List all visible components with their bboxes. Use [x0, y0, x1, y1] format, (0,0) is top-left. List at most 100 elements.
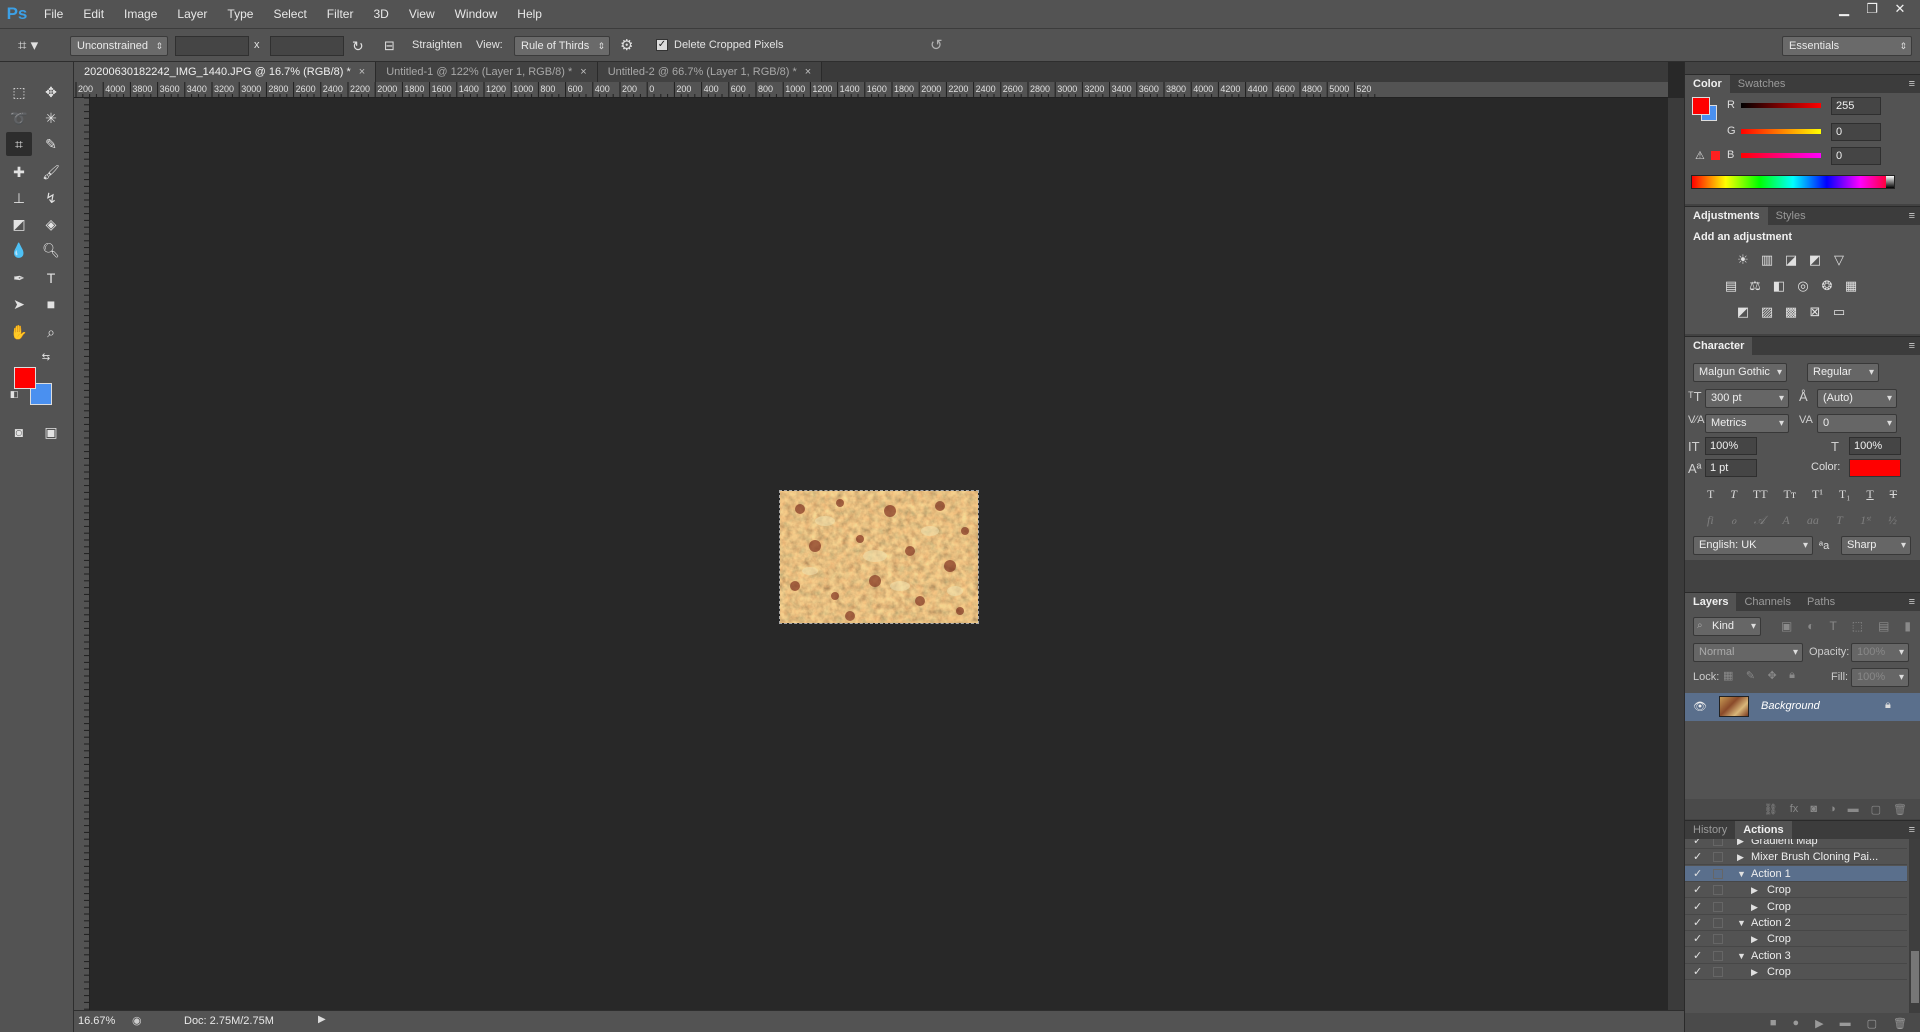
expand-arrow-icon[interactable]: ▶ — [1751, 964, 1758, 980]
menu-window[interactable]: Window — [445, 0, 508, 28]
layer-style-icon[interactable]: fx — [1790, 803, 1799, 815]
action-row[interactable]: ✓ ▶ Crop — [1685, 899, 1907, 915]
brush-tool-icon[interactable]: 🖌 — [38, 160, 64, 184]
layer-kind-filter[interactable]: Kind — [1693, 617, 1761, 636]
stop-icon[interactable]: ■ — [1770, 1017, 1777, 1029]
ligatures-icon[interactable]: fi — [1707, 513, 1714, 528]
old-style-icon[interactable]: ℴ — [1731, 513, 1737, 528]
delete-cropped-checkbox[interactable]: ✓ — [656, 39, 668, 51]
superscript-icon[interactable]: T¹ — [1812, 487, 1823, 502]
panel-menu-icon[interactable]: ≡ — [1909, 75, 1915, 93]
view-overlay-dropdown[interactable]: Rule of Thirds — [514, 36, 610, 56]
crop-width-input[interactable] — [175, 36, 249, 56]
new-group-icon[interactable]: ▬ — [1848, 803, 1859, 815]
dialog-toggle-box[interactable] — [1713, 934, 1723, 945]
type-tool-icon[interactable]: T — [38, 266, 64, 290]
color-balance-icon[interactable]: ⚖ — [1747, 279, 1763, 293]
dialog-toggle-box[interactable] — [1713, 839, 1723, 846]
shape-filter-icon[interactable]: ⬚ — [1852, 619, 1863, 633]
all-caps-icon[interactable]: TT — [1753, 487, 1768, 502]
menu-image[interactable]: Image — [114, 0, 167, 28]
toggle-item-check-icon[interactable]: ✓ — [1693, 866, 1702, 882]
type-filter-icon[interactable]: T — [1830, 619, 1837, 633]
screen-mode-icon[interactable]: ▣ — [38, 420, 64, 444]
toggle-item-check-icon[interactable]: ✓ — [1693, 931, 1702, 947]
antialias-dropdown[interactable]: Sharp — [1841, 536, 1911, 555]
tab-paths[interactable]: Paths — [1799, 593, 1843, 611]
document-image[interactable] — [779, 490, 979, 624]
layer-name[interactable]: Background — [1761, 700, 1820, 712]
close-tab-icon[interactable]: × — [805, 66, 811, 78]
fractions-icon[interactable]: ½ — [1888, 513, 1897, 528]
crop-tool-preset-icon[interactable]: ⌗ ▾ — [18, 36, 48, 56]
small-caps-icon[interactable]: Tт — [1784, 487, 1797, 502]
tab-actions[interactable]: Actions — [1735, 821, 1792, 839]
dialog-toggle-box[interactable] — [1713, 852, 1723, 863]
crop-tool-icon[interactable]: ⌗ — [6, 132, 32, 156]
marquee-tool-icon[interactable]: ⬚ — [6, 80, 32, 104]
panel-menu-icon[interactable]: ≡ — [1909, 207, 1915, 225]
document-tab[interactable]: Untitled-2 @ 66.7% (Layer 1, RGB/8) * × — [597, 62, 823, 82]
layer-row[interactable]: 👁︎ Background 🔒︎ — [1685, 693, 1920, 721]
text-color-swatch[interactable] — [1849, 459, 1901, 477]
baseline-shift-field[interactable]: 1 pt — [1705, 459, 1757, 477]
foreground-color-swatch[interactable] — [14, 367, 36, 389]
levels-icon[interactable]: ▥ — [1759, 253, 1775, 267]
rectangle-tool-icon[interactable]: ■ — [38, 292, 64, 316]
action-row[interactable]: ✓ ▶ Crop — [1685, 931, 1907, 948]
add-mask-icon[interactable]: ◙ — [1810, 803, 1817, 815]
action-row[interactable]: ✓ ▶ Mixer Brush Cloning Pai... — [1685, 849, 1907, 866]
zoom-tool-icon[interactable]: ⌕ — [38, 320, 64, 344]
toggle-item-check-icon[interactable]: ✓ — [1693, 882, 1702, 898]
strikethrough-icon[interactable]: T — [1890, 487, 1897, 502]
swap-icon[interactable]: ↻ — [352, 36, 370, 56]
adjustment-filter-icon[interactable]: ◐ — [1807, 619, 1814, 633]
underline-icon[interactable]: T — [1866, 487, 1873, 502]
minimize-icon[interactable]: ▁ — [1830, 0, 1858, 18]
font-style-dropdown[interactable]: Regular — [1807, 363, 1879, 382]
document-tab[interactable]: 20200630182242_IMG_1440.JPG @ 16.7% (RGB… — [74, 62, 377, 82]
straighten-icon[interactable]: ⊟ — [384, 36, 402, 56]
tab-channels[interactable]: Channels — [1736, 593, 1798, 611]
g-slider[interactable] — [1741, 129, 1821, 134]
visibility-eye-icon[interactable]: 👁︎ — [1693, 700, 1707, 713]
close-tab-icon[interactable]: × — [359, 66, 365, 78]
dialog-toggle-box[interactable] — [1713, 918, 1723, 928]
dodge-tool-icon[interactable]: 🔍︎ — [38, 238, 64, 262]
record-icon[interactable]: ● — [1793, 1017, 1800, 1029]
photo-filter-icon[interactable]: ◎ — [1795, 279, 1811, 293]
panel-menu-icon[interactable]: ≡ — [1909, 821, 1915, 839]
faux-bold-icon[interactable]: T — [1707, 487, 1714, 502]
vertical-scrollbar[interactable] — [1668, 98, 1684, 1010]
gradient-map-icon[interactable]: ▭ — [1831, 305, 1847, 319]
clone-stamp-tool-icon[interactable]: ⊥ — [6, 186, 32, 210]
opacity-field[interactable]: 100% — [1851, 643, 1909, 662]
font-size-field[interactable]: 300 pt — [1705, 389, 1789, 408]
lock-all-icon[interactable]: 🔒︎ — [1789, 669, 1795, 682]
expand-arrow-icon[interactable]: ▶ — [1737, 849, 1744, 865]
eraser-tool-icon[interactable]: ◩ — [6, 212, 32, 236]
threshold-icon[interactable]: ▩ — [1783, 305, 1799, 319]
collapse-arrow-icon[interactable]: ▼ — [1737, 915, 1746, 931]
pen-tool-icon[interactable]: ✒ — [6, 266, 32, 290]
restore-icon[interactable]: ❐ — [1858, 0, 1886, 18]
dialog-toggle-box[interactable] — [1713, 901, 1723, 912]
posterize-icon[interactable]: ▨ — [1759, 305, 1775, 319]
lock-position-icon[interactable]: ✥ — [1767, 669, 1776, 682]
action-row[interactable]: ✓ ▼ Action 3 — [1685, 948, 1907, 964]
titling-icon[interactable]: aa — [1807, 513, 1819, 528]
close-tab-icon[interactable]: × — [580, 66, 586, 78]
menu-help[interactable]: Help — [507, 0, 552, 28]
tab-styles[interactable]: Styles — [1768, 207, 1814, 225]
horizontal-scale-field[interactable]: 100% — [1849, 437, 1901, 455]
dialog-toggle-box[interactable] — [1713, 967, 1723, 978]
action-row[interactable]: ✓ ▼ Action 2 — [1685, 915, 1907, 931]
blend-mode-dropdown[interactable]: Normal — [1693, 643, 1803, 662]
crop-height-input[interactable] — [270, 36, 344, 56]
move-tool-icon[interactable]: ✥ — [38, 80, 64, 104]
r-value[interactable]: 255 — [1831, 97, 1881, 115]
path-selection-tool-icon[interactable]: ➤ — [6, 292, 32, 316]
workspace-dropdown[interactable]: Essentials — [1782, 36, 1912, 56]
action-row[interactable]: ✓ ▼ Action 1 — [1685, 865, 1907, 882]
menu-view[interactable]: View — [399, 0, 445, 28]
